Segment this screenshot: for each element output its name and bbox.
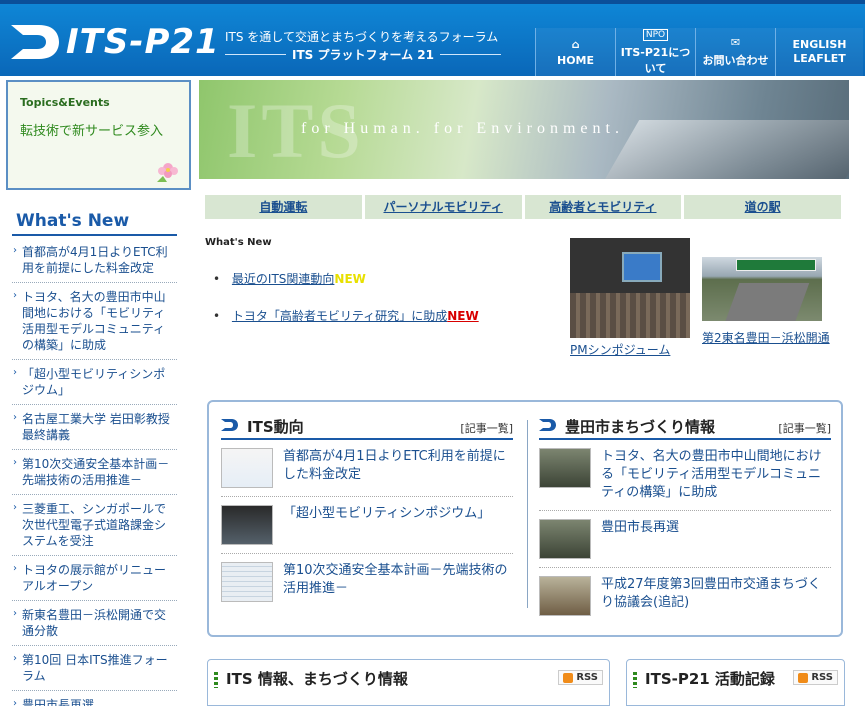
expressway-photo[interactable]	[702, 257, 822, 321]
new-badge: NEW	[334, 272, 366, 286]
symposium-photo[interactable]	[570, 238, 690, 338]
article-title[interactable]: 第10次交通安全基本計画－先端技術の活用推進－	[283, 562, 513, 598]
main-nav: ⌂ HOME NPO ITS-P21について ✉ お問い合わせ ENGLISH …	[535, 28, 863, 76]
topics-ticker[interactable]: 転技術で新サービス参入	[20, 120, 185, 139]
list-item[interactable]: 「超小型モビリティシンポジウム」	[12, 360, 177, 405]
tagline-subtitle: ITS プラットフォーム 21	[225, 46, 501, 63]
toyota-city-header: 豊田市まちづくり情報 [記事一覧]	[539, 414, 831, 440]
its-trends-column: ITS動向 [記事一覧] 首都高が4月1日よりETC利用を前提にした料金改定 「…	[221, 414, 513, 610]
news-list: 最近のITS関連動向NEW トヨタ「高齢者モビリティ研究」に助成NEW	[213, 270, 479, 344]
tab-autonomous-driving[interactable]: 自動運転	[205, 195, 362, 219]
list-item: トヨタ「高齢者モビリティ研究」に助成NEW	[213, 307, 479, 324]
grip-icon	[633, 672, 637, 688]
list-item: 最近のITS関連動向NEW	[213, 270, 479, 287]
projector-screen	[622, 252, 662, 282]
category-tabs: 自動運転 パーソナルモビリティ 高齢者とモビリティ 道の駅	[205, 195, 841, 219]
its-info-box: ITS 情報、まちづくり情報 RSS	[207, 659, 610, 706]
news-panel: ITS動向 [記事一覧] 首都高が4月1日よりETC利用を前提にした料金改定 「…	[207, 400, 843, 637]
tagline: ITS を通して交通とまちづくりを考えるフォーラム	[225, 30, 499, 44]
article-title[interactable]: 平成27年度第3回豊田市交通まちづくり協議会(追記)	[601, 576, 831, 612]
column-divider	[527, 420, 528, 608]
nav-home[interactable]: ⌂ HOME	[535, 28, 615, 76]
site-header: ITS-P21 ITS を通して交通とまちづくりを考えるフォーラム ITS プラ…	[0, 0, 865, 76]
logo-icon[interactable]	[9, 19, 61, 65]
list-item[interactable]: 三菱重工、シンガポールで次世代型電子式道路課金システムを受注	[12, 495, 177, 556]
logo-mark-icon	[539, 419, 556, 431]
rss-icon	[798, 672, 809, 683]
topics-title: Topics&Events	[20, 96, 110, 109]
its-trends-list: 首都高が4月1日よりETC利用を前提にした料金改定 「超小型モビリティシンポジウ…	[221, 440, 513, 610]
nav-about[interactable]: NPO ITS-P21について	[615, 28, 695, 76]
thumbnail	[221, 448, 273, 488]
article-title[interactable]: トヨタ、名大の豊田市中山間地における「モビリティ活用型モデルコミュニティの構築」…	[601, 448, 831, 502]
list-item[interactable]: トヨタ、名大の豊田市中山間地における「モビリティ活用型モデルコミュニティの構築」…	[539, 440, 831, 511]
new-badge: NEW	[447, 309, 479, 323]
tab-elderly-mobility[interactable]: 高齢者とモビリティ	[524, 195, 682, 219]
thumbnail	[539, 519, 591, 559]
list-item[interactable]: 平成27年度第3回豊田市交通まちづくり協議会(追記)	[539, 568, 831, 624]
thumbnail	[539, 576, 591, 616]
list-item[interactable]: 名古屋工業大学 岩田彰教授最終講義	[12, 405, 177, 450]
audience	[570, 293, 690, 338]
whats-new-list: 首都高が4月1日よりETC利用を前提にした料金改定 トヨタ、名大の豊田市中山間地…	[12, 238, 177, 706]
logo-text[interactable]: ITS-P21	[66, 22, 220, 62]
toyota-city-list: トヨタ、名大の豊田市中山間地における「モビリティ活用型モデルコミュニティの構築」…	[539, 440, 831, 624]
grip-icon	[214, 672, 218, 688]
flower-icon	[157, 163, 178, 182]
news-link[interactable]: 最近のITS関連動向	[232, 272, 335, 286]
list-item[interactable]: 首都高が4月1日よりETC利用を前提にした料金改定	[221, 440, 513, 497]
list-item[interactable]: 豊田市長再選	[12, 691, 177, 706]
thumbnail	[221, 562, 273, 602]
rss-button[interactable]: RSS	[558, 670, 603, 685]
article-list-link[interactable]: [記事一覧]	[460, 420, 513, 436]
tab-personal-mobility[interactable]: パーソナルモビリティ	[364, 195, 522, 219]
list-item[interactable]: 第10回 日本ITS推進フォーラム	[12, 646, 177, 691]
activity-record-title: ITS-P21 活動記録	[645, 670, 775, 688]
thumbnail	[221, 505, 273, 545]
road-lane	[724, 283, 810, 321]
article-title[interactable]: 豊田市長再選	[601, 519, 679, 537]
activity-record-box: ITS-P21 活動記録 RSS	[626, 659, 845, 706]
its-info-title: ITS 情報、まちづくり情報	[226, 670, 408, 688]
logo-mark-icon	[221, 419, 238, 431]
npo-badge: NPO	[642, 28, 669, 41]
list-item[interactable]: 「超小型モビリティシンポジウム」	[221, 497, 513, 554]
list-item[interactable]: トヨタ、名大の豊田市中山間地における「モビリティ活用型モデルコミュニティの構築」…	[12, 283, 177, 360]
article-list-link[interactable]: [記事一覧]	[778, 420, 831, 436]
news-label: What's New	[205, 237, 272, 248]
road-sign	[736, 259, 816, 271]
divider	[12, 234, 177, 236]
thumbnail	[539, 448, 591, 488]
rss-icon	[563, 672, 574, 683]
topics-events-box[interactable]: Topics&Events 転技術で新サービス参入	[6, 80, 191, 190]
whats-new-heading: What's New	[16, 211, 130, 231]
list-item[interactable]: 豊田市長再選	[539, 511, 831, 568]
list-item[interactable]: 第10次交通安全基本計画－先端技術の活用推進－	[12, 450, 177, 495]
toyota-city-column: 豊田市まちづくり情報 [記事一覧] トヨタ、名大の豊田市中山間地における「モビリ…	[539, 414, 831, 624]
banner-road-image	[598, 120, 849, 179]
list-item[interactable]: 首都高が4月1日よりETC利用を前提にした料金改定	[12, 238, 177, 283]
symposium-photo-caption[interactable]: PMシンポジューム	[570, 341, 670, 358]
list-item[interactable]: トヨタの展示館がリニューアルオープン	[12, 556, 177, 601]
tab-roadside-station[interactable]: 道の駅	[684, 195, 841, 219]
nav-english-leaflet[interactable]: ENGLISH LEAFLET	[775, 28, 863, 76]
home-icon: ⌂	[571, 37, 580, 51]
banner-slogan: for Human. for Environment.	[301, 120, 624, 137]
hero-banner: ITS for Human. for Environment.	[199, 80, 849, 179]
rss-button[interactable]: RSS	[793, 670, 838, 685]
nav-contact[interactable]: ✉ お問い合わせ	[695, 28, 775, 76]
article-title[interactable]: 「超小型モビリティシンポジウム」	[283, 505, 490, 523]
its-trends-header: ITS動向 [記事一覧]	[221, 414, 513, 440]
article-title[interactable]: 首都高が4月1日よりETC利用を前提にした料金改定	[283, 448, 513, 484]
toyota-city-title: 豊田市まちづくり情報	[565, 418, 716, 436]
expressway-photo-caption[interactable]: 第2東名豊田－浜松開通	[702, 330, 832, 346]
list-item[interactable]: 新東名豊田－浜松開通で交通分散	[12, 601, 177, 646]
news-link[interactable]: トヨタ「高齢者モビリティ研究」に助成	[232, 309, 447, 323]
mail-icon: ✉	[730, 36, 741, 49]
list-item[interactable]: 第10次交通安全基本計画－先端技術の活用推進－	[221, 554, 513, 610]
its-trends-title: ITS動向	[247, 418, 304, 436]
